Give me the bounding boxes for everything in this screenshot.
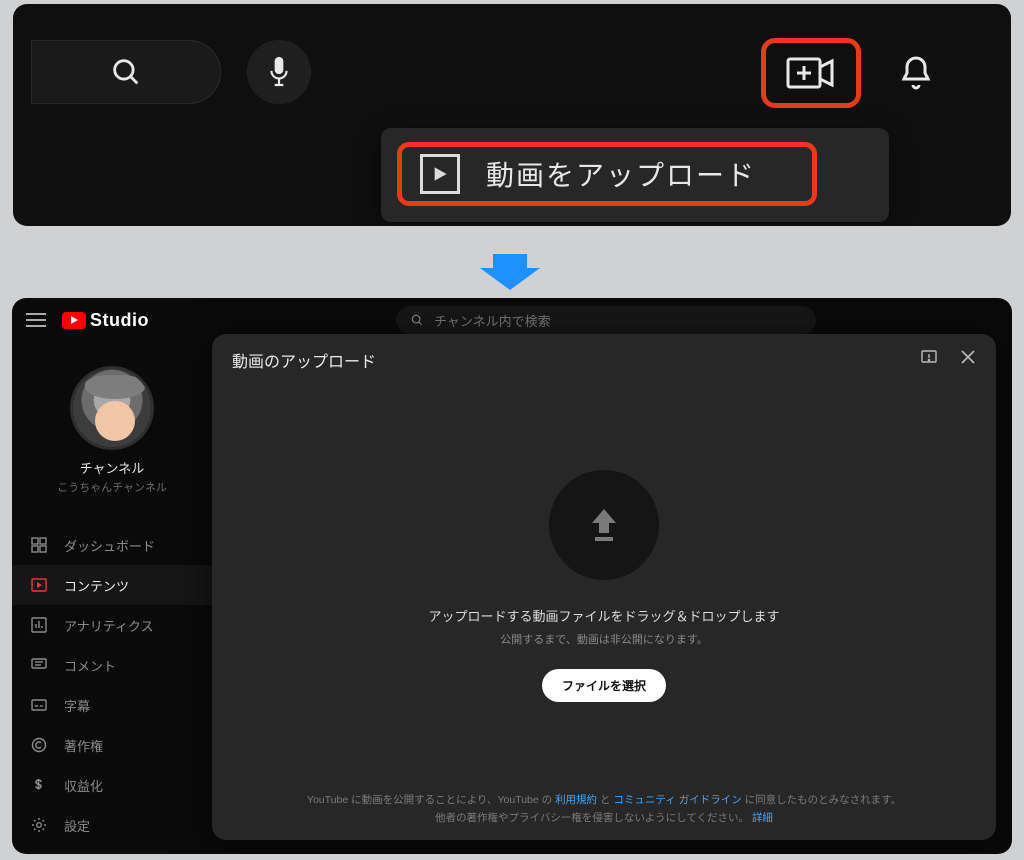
legal-part: と (597, 794, 613, 806)
sidebar-item-monetize[interactable]: 収益化 (12, 765, 212, 805)
sidebar-nav: ダッシュボード コンテンツ アナリティクス コメント (12, 525, 212, 845)
legal-text: YouTube に動画を公開することにより、YouTube の 利用規約 と コ… (212, 792, 996, 828)
menu-button[interactable] (26, 313, 46, 327)
microphone-icon (266, 55, 292, 89)
comments-icon (30, 656, 48, 674)
legal-part: 他者の著作権やプライバシー権を侵害しないようにしてください。 (435, 812, 749, 824)
sidebar-item-comments[interactable]: コメント (12, 645, 212, 685)
sidebar-item-settings[interactable]: 設定 (12, 805, 212, 845)
top-toolbar (31, 40, 991, 110)
play-box-icon (420, 154, 460, 194)
sidebar-item-label: コメント (64, 656, 116, 675)
drop-zone-sub-text: 公開するまで、動画は非公開になります。 (500, 631, 707, 647)
create-dropdown: 動画をアップロード (381, 128, 889, 222)
analytics-icon (30, 616, 48, 634)
studio-panel: Studio チャンネル内で検索 チャンネル こうちゃんチャンネル ダッシュボー… (12, 298, 1012, 854)
upload-icon (582, 503, 626, 547)
sidebar-item-label: コンテンツ (64, 576, 129, 595)
down-arrow-icon (480, 250, 540, 292)
channel-search-input[interactable]: チャンネル内で検索 (396, 306, 816, 334)
sidebar-item-label: アナリティクス (64, 616, 154, 635)
voice-search-button[interactable] (247, 40, 311, 104)
upload-circle (549, 470, 659, 580)
gear-icon (30, 816, 48, 834)
feedback-icon (920, 349, 938, 367)
select-file-button[interactable]: ファイルを選択 (542, 669, 666, 702)
sidebar-item-subtitles[interactable]: 字幕 (12, 685, 212, 725)
close-icon (960, 349, 976, 365)
youtube-play-icon (62, 312, 86, 329)
drop-zone-main-text: アップロードする動画ファイルをドラッグ＆ドロップします (428, 606, 779, 625)
studio-logo[interactable]: Studio (62, 310, 149, 331)
studio-logo-text: Studio (90, 310, 149, 331)
channel-name: こうちゃんチャンネル (12, 479, 212, 495)
sidebar-item-label: 字幕 (64, 696, 90, 715)
top-toolbar-panel: 動画をアップロード (13, 4, 1011, 226)
sidebar-item-label: 設定 (64, 816, 90, 835)
close-button[interactable] (960, 349, 976, 372)
monetize-icon (30, 776, 48, 794)
upload-video-menu-item[interactable]: 動画をアップロード (397, 142, 817, 206)
sidebar-item-copyright[interactable]: 著作権 (12, 725, 212, 765)
sidebar-item-label: 収益化 (64, 776, 103, 795)
channel-search-placeholder: チャンネル内で検索 (434, 311, 551, 330)
channel-label: チャンネル (12, 458, 212, 477)
sidebar-item-dashboard[interactable]: ダッシュボード (12, 525, 212, 565)
community-guidelines-link[interactable]: コミュニティ ガイドライン (613, 794, 741, 806)
modal-title: 動画のアップロード (232, 348, 376, 372)
avatar[interactable] (70, 366, 154, 450)
upload-modal: 動画のアップロード アップロードする動画ファイルをドラッグ＆ドロップします 公開… (212, 334, 996, 840)
feedback-button[interactable] (920, 349, 938, 372)
search-icon (109, 55, 143, 89)
content-icon (30, 576, 48, 594)
subtitles-icon (30, 696, 48, 714)
bell-icon (898, 53, 934, 93)
create-button[interactable] (761, 38, 861, 108)
drop-zone[interactable]: アップロードする動画ファイルをドラッグ＆ドロップします 公開するまで、動画は非公… (212, 386, 996, 702)
copyright-icon (30, 736, 48, 754)
notifications-button[interactable] (891, 48, 941, 98)
tos-link[interactable]: 利用規約 (555, 794, 597, 806)
sidebar-item-label: 著作権 (64, 736, 103, 755)
sidebar-item-content[interactable]: コンテンツ (12, 565, 212, 605)
create-video-icon (786, 55, 836, 91)
dashboard-icon (30, 536, 48, 554)
search-icon (410, 313, 424, 327)
upload-video-label: 動画をアップロード (486, 154, 756, 194)
learn-more-link[interactable]: 詳細 (752, 812, 773, 824)
search-button[interactable] (31, 40, 221, 104)
sidebar: チャンネル こうちゃんチャンネル ダッシュボード コンテンツ アナリティクス (12, 342, 212, 854)
legal-part: に同意したものとみなされます。 (742, 794, 901, 806)
sidebar-item-analytics[interactable]: アナリティクス (12, 605, 212, 645)
legal-part: YouTube に動画を公開することにより、YouTube の (307, 794, 555, 806)
sidebar-item-label: ダッシュボード (64, 536, 155, 555)
